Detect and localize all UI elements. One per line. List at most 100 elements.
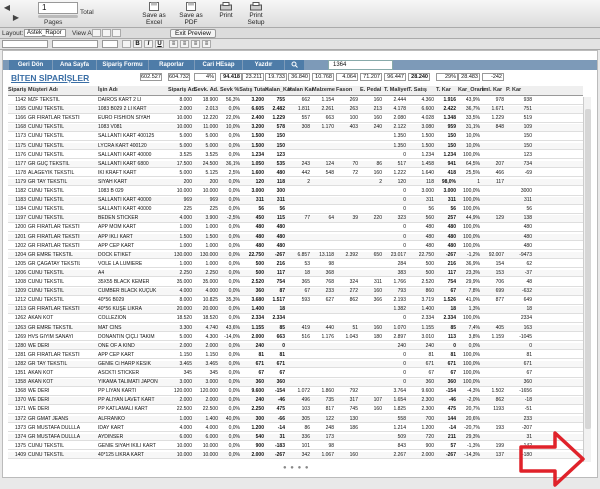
table-row[interactable]: 1375 CÜNÜ TEKSTİL GENİE SİYAH İKİLİ KART 10… <box>8 443 583 451</box>
style-select[interactable] <box>102 40 118 48</box>
table-row[interactable]: 1177 GR GÜÇ TEKSTİL SALLANTI KART 6800 17.5… <box>8 160 583 169</box>
column-header[interactable]: T. Kar <box>436 87 451 93</box>
table-row[interactable]: 1208 CÜNÜ TEKSTİL 35X55 BLACK KEMER 35.000 3… <box>8 279 583 287</box>
table-cell: 2 <box>307 178 310 185</box>
view-table-icon[interactable] <box>112 29 121 37</box>
table-row[interactable]: 1212 CÜNÜ TEKSTİL 40*56 B029 8.000 10.825 35,… <box>8 297 583 305</box>
print-setup-button[interactable]: Print Setup <box>240 2 272 26</box>
search-button[interactable] <box>285 60 305 70</box>
table-row[interactable]: 1368 WE DERİ PP LIYAN KARTI 120.000 120.000 0… <box>8 388 583 396</box>
table-row[interactable]: 1206 CÜNÜ TEKSTİL A4 2.250 2.250 0,0% 500 117 18… <box>8 269 583 278</box>
align-left-icon[interactable]: ≡ <box>169 40 178 48</box>
table-row[interactable]: 1370 WE DERİ PP ALİYAN LAVET KART 2.000 2.00… <box>8 397 583 405</box>
tab-geri-don[interactable]: Geri Dön <box>9 60 53 70</box>
table-row[interactable]: 1372 GR GMAT JEANS ALFRANKO 1.000 1.400 40,0%… <box>8 415 583 424</box>
italic-icon[interactable]: I <box>144 40 153 48</box>
tab-yazdir[interactable]: Yazdır <box>243 60 285 70</box>
column-header[interactable]: E. Pedal <box>360 87 381 93</box>
save-pdf-button[interactable]: Save as PDF <box>175 2 207 26</box>
table-row[interactable]: 1197 CÜNÜ TEKSTİL BEDEN STICKER 4.000 3.900 -… <box>8 215 583 223</box>
column-header[interactable]: Kalan Kar <box>288 87 314 93</box>
table-row[interactable]: 1204 GR EMRE TEKSTİL DOCK ETİKET 130.000 130… <box>8 251 583 260</box>
table-row[interactable]: 1263 GR EMRE TEKSTİL MAT CİNS 3.300 4.740 43,… <box>8 324 583 333</box>
next-record-icon[interactable]: ▶ <box>12 14 20 22</box>
table-row[interactable]: 1178 ALAGEYİK TEKSTİL İKİ KRAFT KART 5.000 5… <box>8 170 583 178</box>
align-right-icon[interactable]: ≡ <box>191 40 200 48</box>
table-row[interactable]: 1269 HVS GİYİM SANAYİ DONANTIN ÇİÇLİ TAKIM… <box>8 334 583 342</box>
column-header[interactable]: P. Kar <box>506 87 521 93</box>
table-row[interactable]: 1358 AKAN KOT YIKAMA TALİMATI JAPON 3.000 3.… <box>8 379 583 387</box>
tab-cari-hesap[interactable]: Cari HEsap <box>195 60 243 70</box>
table-row[interactable]: 1281 GR FIRATLAR TEKSTİL APP CEP KART 1.150… <box>8 352 583 360</box>
table-row[interactable]: 1205 GR ÇAĞATAY TEKSTİL VOLE LA LUMIERE 1.0… <box>8 261 583 269</box>
table-row[interactable]: 1201 GR FIRATLAR TEKSTİL APP İKLİ KART 1.50… <box>8 233 583 242</box>
table-row[interactable]: 1173 CÜNÜ TEKSTİL SALLANTI KART 400125 5.00… <box>8 133 583 141</box>
table-row[interactable]: 1409 CÜNÜ TEKSTİL 40*125 LİKRA KART 10.000 1… <box>8 451 583 460</box>
exit-preview-button[interactable]: Exit Preview <box>170 29 216 38</box>
save-excel-button[interactable]: Save as Excel <box>137 2 171 26</box>
table-row[interactable]: 1182 CÜNÜ TEKSTİL 1083 B 029 10.000 10.000 0,… <box>8 188 583 196</box>
column-header[interactable]: İml. Kar <box>482 87 502 93</box>
column-header[interactable]: Sevk %Satış Tutarı <box>220 87 269 93</box>
table-row[interactable]: 1175 CÜNÜ TEKSTİL LYCRA KART 400120 5.000 5.… <box>8 142 583 151</box>
table-row[interactable]: 1142 MZF TEKSTİL DAİROS KART 2 Lİ 8.000 18.9… <box>8 97 583 105</box>
text-color-icon[interactable] <box>122 40 131 48</box>
table-cell: 9.600 <box>421 388 434 395</box>
table-cell: -14 <box>277 424 285 431</box>
column-header[interactable]: Fason <box>336 87 352 93</box>
column-header[interactable]: Müşteri Adı <box>28 87 58 93</box>
print-button[interactable]: Print <box>218 2 234 19</box>
column-header[interactable]: T. Maliyet <box>384 87 408 93</box>
table-row[interactable]: 1371 WE DERİ PP KATLAMALI KART 22.500 22.500… <box>8 406 583 414</box>
scroll-thumb[interactable] <box>585 109 591 429</box>
table-cell: 3.000 <box>205 379 218 386</box>
table-cell: SALLANTI KART 6800 <box>98 160 149 167</box>
table-row[interactable]: 1282 GR TAY TEKSTİL GENİE Ci HARP KESİK 3.4… <box>8 360 583 369</box>
search-input[interactable]: 1364 <box>328 60 393 70</box>
column-header[interactable]: Malzeme <box>312 87 335 93</box>
view-form-icon[interactable] <box>92 29 101 37</box>
table-row[interactable]: 1213 GR FIRATLAR TEKSTİL 40*56 KUŞE LİKRA 2… <box>8 306 583 314</box>
column-header[interactable]: T. Satış <box>408 87 427 93</box>
table-row[interactable]: 1183 CÜNÜ TEKSTİL SALLANTI KART 40000 969 96… <box>8 197 583 205</box>
table-row[interactable]: 1166 GR FIRATLAR TEKSTİL EURO FISHION SİYA… <box>8 115 583 123</box>
tab-siparis-formu[interactable]: Sipariş Formu <box>97 60 149 70</box>
table-row[interactable]: 1179 GR TAY TEKSTİL SİYAH KART 200 200 0,0% 12… <box>8 178 583 187</box>
table-row[interactable]: 1351 AKAN KOT ASCKTI STICKER 345 345 0,0% 67 67… <box>8 370 583 378</box>
table-row[interactable]: 1262 AKAN KOT COLLEZİON 18.520 18.520 0,0% 2.3… <box>8 315 583 323</box>
table-row[interactable]: 1374 GR MUSTAFA DÜLLLARI AYDINSER 6.000 6.00… <box>8 433 583 442</box>
layout-select[interactable]: Astek_Rapor <box>24 29 66 37</box>
table-row[interactable]: 1184 CÜNÜ TEKSTİL SALLANTI KART 40000 225 22… <box>8 206 583 214</box>
bold-icon[interactable]: B <box>133 40 142 48</box>
column-header[interactable]: Sevk. Ad. <box>194 87 219 93</box>
table-row[interactable]: 1202 GR FIRATLAR TEKSTİL APP CEP KART 1.000… <box>8 243 583 251</box>
align-justify-icon[interactable]: ≡ <box>202 40 211 48</box>
table-cell: 745 <box>349 406 358 413</box>
table-cell: -9473 <box>519 251 532 258</box>
column-header[interactable]: Sipariş <box>8 87 26 93</box>
column-header[interactable]: Sipariş Ad. <box>168 87 197 93</box>
prev-record-icon[interactable]: ◀ <box>3 4 11 12</box>
size-select[interactable] <box>52 40 98 48</box>
font-select[interactable] <box>2 40 48 48</box>
table-row[interactable]: 1165 CÜNÜ TEKSTİL 1083 B029 2 Lİ KART 2.000… <box>8 106 583 114</box>
table-row[interactable]: 1209 CÜNÜ TEKSTİL CUMBER BLACK KÜÇÜK 4.000 4… <box>8 288 583 296</box>
column-header[interactable]: Kar_Oranı <box>458 87 485 93</box>
table-cell: 768 <box>325 279 334 285</box>
view-list-icon[interactable] <box>102 29 111 37</box>
record-slider[interactable] <box>38 15 78 18</box>
align-center-icon[interactable]: ≡ <box>180 40 189 48</box>
record-number-field[interactable]: 1 <box>38 2 78 14</box>
table-row[interactable]: 1373 GR MUSTAFA DÜLLLARI İDAY KART 4.000 4.0… <box>8 425 583 433</box>
tab-raporlar[interactable]: Raporlar <box>149 60 195 70</box>
table-cell: 48 <box>526 279 532 285</box>
table-row[interactable]: 1200 GR FIRATLAR TEKSTİL APP MOM KART 1.000… <box>8 224 583 232</box>
table-row[interactable]: 1176 CÜNÜ TEKSTİL SALLANTI KART 40000 3.525… <box>8 152 583 160</box>
column-header[interactable]: İşin Adı <box>98 87 118 93</box>
table-row[interactable]: 1168 CÜNÜ TEKSTİL 1083 V081 10.000 11.000 10,… <box>8 124 583 132</box>
underline-icon[interactable]: U <box>155 40 164 48</box>
table-row[interactable]: 1280 WE DERİ ONE OF A KIND 2.000 2.000 0,0% 24… <box>8 342 583 351</box>
tab-ana-sayfa[interactable]: Ana Sayfa <box>53 60 97 70</box>
table-cell: 220 <box>373 215 382 222</box>
vertical-scrollbar[interactable] <box>583 97 591 462</box>
